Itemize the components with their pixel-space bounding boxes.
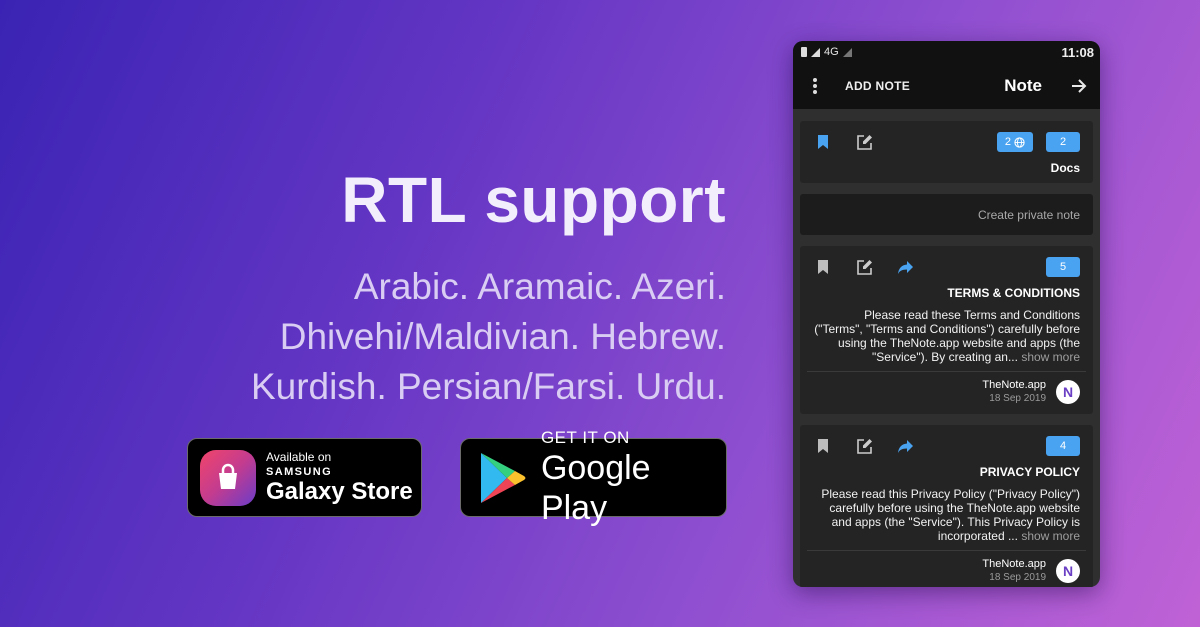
author-name[interactable]: TheNote.app xyxy=(982,378,1046,392)
edit-icon[interactable] xyxy=(854,257,874,277)
language-line: Kurdish. Persian/Farsi. Urdu. xyxy=(250,366,726,407)
app-title: Note xyxy=(1004,76,1042,95)
language-list: Arabic. Aramaic. Azeri. Dhivehi/Maldivia… xyxy=(251,262,726,412)
card-title: TERMS & CONDITIONS xyxy=(947,286,1080,300)
edit-icon[interactable] xyxy=(854,436,874,456)
language-line: Dhivehi/Maldivian. Hebrew. xyxy=(279,316,726,357)
public-count-pill[interactable]: 2 xyxy=(996,132,1033,152)
bookmark-icon[interactable] xyxy=(813,257,833,277)
network-label: 4G xyxy=(824,46,839,58)
arrow-right-icon[interactable] xyxy=(1070,77,1088,95)
count-pill[interactable]: 2 xyxy=(1046,132,1080,152)
badge-store-name: Galaxy Store xyxy=(266,477,413,505)
shopping-bag-icon xyxy=(200,449,256,506)
badge-line: Available on xyxy=(266,449,332,464)
show-more-link[interactable]: show more xyxy=(1021,529,1080,543)
share-icon[interactable] xyxy=(895,257,915,277)
note-card[interactable]: 5 TERMS & CONDITIONS Please read these T… xyxy=(800,246,1093,414)
language-line: Arabic. Aramaic. Azeri. xyxy=(353,266,726,307)
globe-icon xyxy=(1014,136,1025,148)
notes-feed: 2 2 Docs Create private note 5 TERMS & C… xyxy=(793,109,1100,587)
avatar[interactable]: N xyxy=(1056,380,1080,404)
avatar[interactable]: N xyxy=(1056,559,1080,583)
docs-card[interactable]: 2 2 Docs xyxy=(800,121,1093,183)
card-title: Docs xyxy=(1050,161,1080,175)
public-count: 2 xyxy=(1004,136,1011,148)
hero: RTL support Arabic. Aramaic. Azeri. Dhiv… xyxy=(251,160,726,412)
menu-dots-icon[interactable] xyxy=(807,78,823,94)
share-icon[interactable] xyxy=(895,436,915,456)
badge-store-name: Google Play xyxy=(540,448,651,527)
phone-mockup: 4G 11:08 ADD NOTE Note 2 2 Docs Create p… xyxy=(793,41,1100,587)
card-excerpt: Please read this Privacy Policy ("Privac… xyxy=(813,487,1080,550)
status-bar: 4G 11:08 xyxy=(793,41,1100,63)
bookmark-icon[interactable] xyxy=(813,436,833,456)
bookmark-icon[interactable] xyxy=(813,132,833,152)
badge-line: GET IT ON xyxy=(540,427,630,447)
card-footer: TheNote.app 18 Sep 2019 N xyxy=(807,371,1086,414)
card-footer: TheNote.app 18 Sep 2019 N xyxy=(807,550,1086,587)
note-date: 18 Sep 2019 xyxy=(989,393,1046,404)
edit-icon[interactable] xyxy=(854,132,874,152)
private-note-input[interactable]: Create private note xyxy=(800,194,1093,235)
battery-icon xyxy=(801,47,807,57)
count-pill[interactable]: 5 xyxy=(1046,257,1080,277)
count-pill[interactable]: 4 xyxy=(1046,436,1080,456)
galaxy-store-badge[interactable]: Available on SAMSUNG Galaxy Store xyxy=(187,438,422,517)
card-excerpt: Please read these Terms and Conditions (… xyxy=(813,308,1080,371)
signal-icon xyxy=(811,47,820,57)
signal-empty-icon xyxy=(842,47,852,57)
note-card[interactable]: 4 PRIVACY POLICY Please read this Privac… xyxy=(800,425,1093,587)
app-bar: ADD NOTE Note xyxy=(793,63,1100,109)
hero-title: RTL support xyxy=(341,164,726,236)
author-name[interactable]: TheNote.app xyxy=(982,557,1046,571)
status-time: 11:08 xyxy=(1061,44,1094,60)
card-title: PRIVACY POLICY xyxy=(979,465,1080,479)
badge-brand: SAMSUNG xyxy=(266,465,333,478)
show-more-link[interactable]: show more xyxy=(1021,350,1080,364)
play-triangle-icon xyxy=(480,452,526,503)
add-note-button[interactable]: ADD NOTE xyxy=(845,79,910,93)
google-play-badge[interactable]: GET IT ON Google Play xyxy=(460,428,727,527)
note-date: 18 Sep 2019 xyxy=(989,572,1046,583)
